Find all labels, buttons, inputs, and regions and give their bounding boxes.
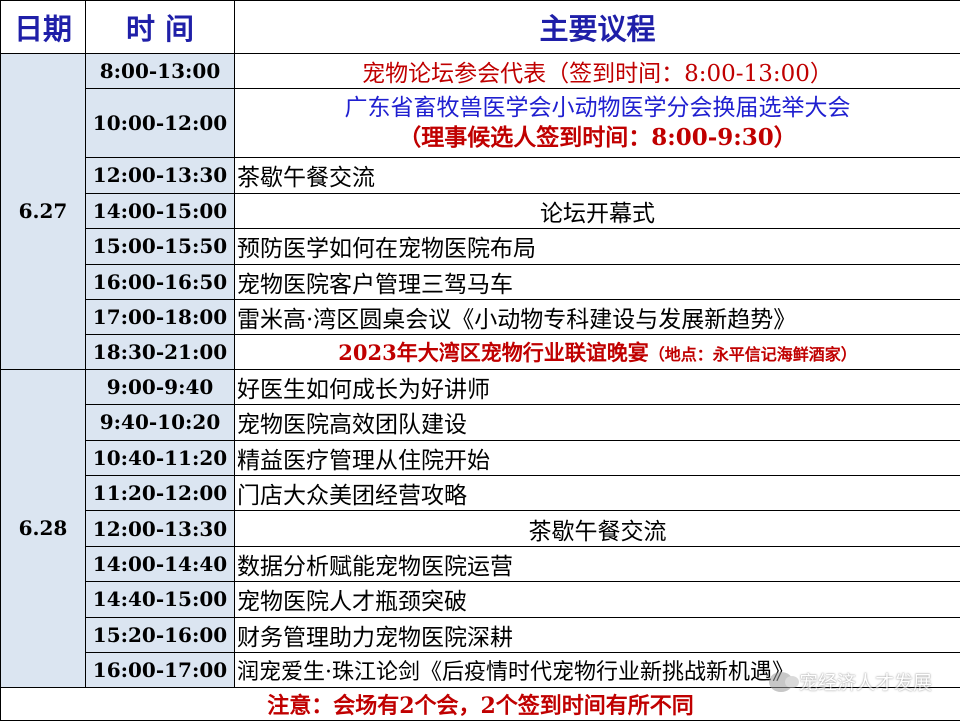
table-row: 12:00-13:30 茶歇午餐交流 bbox=[1, 157, 960, 194]
time-cell: 14:00-15:00 bbox=[85, 192, 235, 230]
header-row: 日期 时 间 主要议程 bbox=[0, 0, 960, 54]
topic-cell: 宠物论坛参会代表（签到时间：8:00-13:00） bbox=[234, 52, 960, 90]
table-row: 14:00-15:00 论坛开幕式 bbox=[1, 192, 960, 230]
table-row: 10:40-11:20 精益医疗管理从住院开始 bbox=[1, 439, 960, 477]
table-row: 14:40-15:00 宠物医院人才瓶颈突破 bbox=[1, 581, 960, 618]
time-cell: 16:00-16:50 bbox=[85, 263, 235, 300]
topic-cell: 预防医学如何在宠物医院布局 bbox=[234, 228, 960, 265]
topic-cell: 广东省畜牧兽医学会小动物医学分会换届选举大会 （理事候选人签到时间：8:00-9… bbox=[234, 88, 960, 159]
topic-header: 主要议程 bbox=[234, 0, 960, 54]
date-cell-day2: 6.28 bbox=[0, 368, 86, 688]
time-cell: 11:20-12:00 bbox=[85, 475, 235, 512]
notice-row: 注意：会场有2个会，2个签到时间有所不同 bbox=[0, 686, 960, 721]
time-cell: 18:30-21:00 bbox=[85, 334, 235, 370]
time-cell: 9:00-9:40 bbox=[85, 368, 235, 406]
topic-cell: 茶歇午餐交流 bbox=[234, 157, 960, 194]
table-row: 9:40-10:20 宠物医院高效团队建设 bbox=[1, 404, 960, 441]
table-row: 6.27 8:00-13:00 宠物论坛参会代表（签到时间：8:00-13:00… bbox=[0, 52, 960, 370]
table-row: 16:00-17:00 润宠爱生·珠江论剑《后疫情时代宠物行业新挑战新机遇》 bbox=[1, 652, 960, 688]
table-row: 15:20-16:00 财务管理助力宠物医院深耕 bbox=[1, 616, 960, 654]
topic-cell: 宠物医院高效团队建设 bbox=[234, 404, 960, 441]
time-header: 时 间 bbox=[85, 0, 235, 54]
time-cell: 9:40-10:20 bbox=[85, 404, 235, 441]
date-cell-day1: 6.27 bbox=[0, 53, 86, 370]
table-row: 12:00-13:30 茶歇午餐交流 bbox=[1, 510, 960, 547]
time-cell: 15:00-15:50 bbox=[85, 228, 235, 265]
table-row: 15:00-15:50 预防医学如何在宠物医院布局 bbox=[1, 228, 960, 265]
topic-cell: 雷米高·湾区圆桌会议《小动物专科建设与发展新趋势》 bbox=[234, 298, 960, 336]
table-row: 6.28 9:00-9:40 好医生如何成长为好讲师 bbox=[0, 368, 960, 688]
topic-cell: 2023年大湾区宠物行业联谊晚宴（地点：永平信记海鲜酒家） bbox=[234, 334, 960, 370]
table-row: 11:20-12:00 门店大众美团经营攻略 bbox=[1, 475, 960, 512]
date-header: 日期 bbox=[0, 0, 86, 54]
notice-text: 注意：会场有2个会，2个签到时间有所不同 bbox=[0, 686, 960, 721]
agenda-table: 日期 时 间 主要议程 6.27 8:00-13:00 宠物论坛参会代表（签到时… bbox=[0, 0, 960, 721]
time-cell: 15:20-16:00 bbox=[85, 616, 235, 654]
time-cell: 12:00-13:30 bbox=[85, 157, 235, 194]
time-cell: 8:00-13:00 bbox=[85, 52, 235, 90]
topic-cell: 宠物医院客户管理三驾马车 bbox=[234, 263, 960, 300]
table-row: 16:00-16:50 宠物医院客户管理三驾马车 bbox=[1, 263, 960, 300]
table-row: 18:30-21:00 2023年大湾区宠物行业联谊晚宴（地点：永平信记海鲜酒家… bbox=[1, 334, 960, 370]
topic-cell: 数据分析赋能宠物医院运营 bbox=[234, 545, 960, 583]
banquet-venue: （地点：永平信记海鲜酒家） bbox=[648, 345, 857, 365]
time-cell: 17:00-18:00 bbox=[85, 298, 235, 336]
table-row: 10:00-12:00 广东省畜牧兽医学会小动物医学分会换届选举大会 （理事候选… bbox=[1, 88, 960, 159]
time-cell: 14:00-14:40 bbox=[85, 545, 235, 583]
topic-cell: 茶歇午餐交流 bbox=[234, 510, 960, 547]
topic-cell: 门店大众美团经营攻略 bbox=[234, 475, 960, 512]
topic-cell: 精益医疗管理从住院开始 bbox=[234, 439, 960, 477]
topic-cell: 论坛开幕式 bbox=[234, 192, 960, 230]
time-cell: 16:00-17:00 bbox=[85, 652, 235, 688]
election-title: 广东省畜牧兽医学会小动物医学分会换届选举大会 bbox=[344, 95, 851, 122]
table-row: 14:00-14:40 数据分析赋能宠物医院运营 bbox=[1, 545, 960, 583]
time-cell: 14:40-15:00 bbox=[85, 581, 235, 618]
election-signin-note: （理事候选人签到时间：8:00-9:30） bbox=[398, 124, 797, 152]
time-cell: 10:00-12:00 bbox=[85, 88, 235, 159]
topic-cell: 宠物医院人才瓶颈突破 bbox=[234, 581, 960, 618]
time-cell: 10:40-11:20 bbox=[85, 439, 235, 477]
banquet-title: 2023年大湾区宠物行业联谊晚宴 bbox=[338, 340, 649, 366]
table-row: 17:00-18:00 雷米高·湾区圆桌会议《小动物专科建设与发展新趋势》 bbox=[1, 298, 960, 336]
topic-cell: 好医生如何成长为好讲师 bbox=[234, 368, 960, 406]
topic-cell: 财务管理助力宠物医院深耕 bbox=[234, 616, 960, 654]
time-cell: 12:00-13:30 bbox=[85, 510, 235, 547]
topic-cell: 润宠爱生·珠江论剑《后疫情时代宠物行业新挑战新机遇》 bbox=[234, 652, 960, 688]
